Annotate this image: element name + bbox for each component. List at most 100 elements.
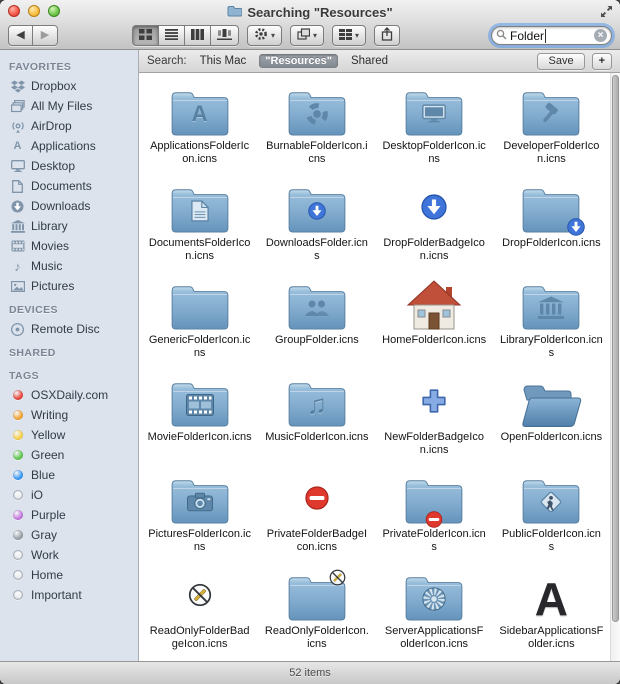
group-menu-button[interactable]: ▾ <box>332 25 367 46</box>
sidebar-item-applications[interactable]: A Applications <box>0 136 138 156</box>
list-view-button[interactable] <box>159 25 185 46</box>
grid-item[interactable]: ReadOnlyFolderBadgeIcon.icns <box>141 564 258 661</box>
sidebar-item-writing[interactable]: Writing <box>0 405 138 425</box>
sidebar-item-gray[interactable]: Gray <box>0 525 138 545</box>
sidebar-item-airdrop[interactable]: AirDrop <box>0 116 138 136</box>
file-name: ReadOnlyFolderIcon.icns <box>264 625 369 650</box>
file-name: SidebarApplicationsFolder.icns <box>499 625 604 650</box>
minimize-button[interactable] <box>28 5 40 17</box>
add-scope-button[interactable]: + <box>591 52 612 70</box>
private-folder-badge-icon <box>286 471 348 525</box>
grid-item[interactable]: DeveloperFolderIcon.icns <box>493 79 610 176</box>
icon-view-button[interactable] <box>132 25 159 46</box>
grid-item[interactable]: PrivateFolderIcon.icns <box>376 467 493 564</box>
grid-item[interactable]: GenericFolderIcon.icns <box>141 273 258 370</box>
sidebar-item-remote-disc[interactable]: Remote Disc <box>0 319 138 339</box>
zoom-button[interactable] <box>48 5 60 17</box>
save-search-button[interactable]: Save <box>537 52 585 70</box>
sidebar-item-pictures[interactable]: Pictures <box>0 276 138 296</box>
grid-item[interactable]: DropFolderBadgeIcon.icns <box>376 176 493 273</box>
desktop-folder-icon <box>403 83 465 137</box>
tag-color-dot <box>12 590 23 600</box>
group-tiles-icon <box>339 28 353 43</box>
grid-item[interactable]: DocumentsFolderIcon.icns <box>141 176 258 273</box>
finder-window: Searching "Resources" ◀ ▶ ▾ ▾ ▾ Folder ×… <box>0 0 620 684</box>
download-overlay-icon <box>567 218 586 236</box>
grid-item[interactable]: A ApplicationsFolderIcon.icns <box>141 79 258 176</box>
sidebar-item-downloads[interactable]: Downloads <box>0 196 138 216</box>
sidebar-item-music[interactable]: ♪ Music <box>0 256 138 276</box>
sidebar-item-movies[interactable]: Movies <box>0 236 138 256</box>
grid-item[interactable]: DropFolderIcon.icns <box>493 176 610 273</box>
sidebar-item-dropbox[interactable]: Dropbox <box>0 76 138 96</box>
sidebar-item-label: Blue <box>31 468 56 482</box>
grid-item[interactable]: NewFolderBadgeIcon.icns <box>376 370 493 467</box>
sidebar-item-desktop[interactable]: Desktop <box>0 156 138 176</box>
file-name: DropFolderBadgeIcon.icns <box>383 237 485 262</box>
movies-icon <box>10 240 25 252</box>
camera-overlay-icon <box>186 493 213 512</box>
scope-shared[interactable]: Shared <box>345 54 394 68</box>
sidebar-item-yellow[interactable]: Yellow <box>0 425 138 445</box>
column-view-button[interactable] <box>185 25 211 46</box>
forward-button[interactable]: ▶ <box>33 25 58 46</box>
grid-item[interactable]: PicturesFolderIcon.icns <box>141 467 258 564</box>
plus-overlay-icon <box>421 388 447 414</box>
scrollbar-thumb[interactable] <box>612 75 619 622</box>
close-button[interactable] <box>8 5 20 17</box>
grid-item[interactable]: PublicFolderIcon.icns <box>493 467 610 564</box>
coverflow-view-button[interactable] <box>211 25 239 46</box>
grid-item[interactable]: PrivateFolderBadgeIcon.icns <box>258 467 375 564</box>
grid-item[interactable]: DesktopFolderIcon.icns <box>376 79 493 176</box>
vertical-scrollbar[interactable] <box>610 73 620 661</box>
forward-icon: ▶ <box>40 29 50 41</box>
window-header: Searching "Resources" ◀ ▶ ▾ ▾ ▾ Folder × <box>0 0 620 50</box>
sidebar-item-all-my-files[interactable]: All My Files <box>0 96 138 116</box>
grid-item[interactable]: ServerApplicationsFolderIcon.icns <box>376 564 493 661</box>
sidebar-item-label: All My Files <box>31 99 93 113</box>
pictures-icon <box>10 280 25 292</box>
scope-this-mac[interactable]: This Mac <box>194 54 253 68</box>
scope-resources[interactable]: "Resources" <box>259 54 338 68</box>
no-entry-overlay-icon <box>305 486 329 510</box>
generic-folder-icon <box>169 277 231 331</box>
resize-grip-icon[interactable] <box>600 5 613 18</box>
sidebar-item-home[interactable]: Home <box>0 565 138 585</box>
grid-item[interactable]: OpenFolderIcon.icns <box>493 370 610 467</box>
grid-item[interactable]: DownloadsFolder.icns <box>258 176 375 273</box>
sidebar-item-important[interactable]: Important <box>0 585 138 605</box>
arrange-menu-button[interactable]: ▾ <box>290 25 325 46</box>
sidebar-item-work[interactable]: Work <box>0 545 138 565</box>
sidebar-item-label: Downloads <box>31 199 91 213</box>
file-name: GroupFolder.icns <box>274 334 359 346</box>
grid-item[interactable]: HomeFolderIcon.icns <box>376 273 493 370</box>
search-input[interactable]: Folder <box>510 29 591 43</box>
sidebar-section-devices: DEVICES <box>9 304 58 316</box>
grid-item[interactable]: A SidebarApplicationsFolder.icns <box>493 564 610 661</box>
file-name: PrivateFolderIcon.icns <box>382 528 486 553</box>
sidebar-item-osxdaily-com[interactable]: OSXDaily.com <box>0 385 138 405</box>
clear-search-icon[interactable]: × <box>594 29 607 42</box>
sidebar-item-purple[interactable]: Purple <box>0 505 138 525</box>
back-button[interactable]: ◀ <box>8 25 33 46</box>
file-name: NewFolderBadgeIcon.icns <box>384 431 484 456</box>
action-menu-button[interactable]: ▾ <box>247 25 283 46</box>
no-entry-overlay-icon <box>425 511 443 528</box>
grid-item[interactable]: ♫ MusicFolderIcon.icns <box>258 370 375 467</box>
sidebar-item-label: Home <box>31 568 64 582</box>
sidebar-item-io[interactable]: iO <box>0 485 138 505</box>
sidebar-item-documents[interactable]: Documents <box>0 176 138 196</box>
sidebar-item-blue[interactable]: Blue <box>0 465 138 485</box>
search-field[interactable]: Folder × <box>491 26 612 45</box>
grid-item[interactable]: GroupFolder.icns <box>258 273 375 370</box>
grid-item[interactable]: MovieFolderIcon.icns <box>141 370 258 467</box>
grid-item[interactable]: ReadOnlyFolderIcon.icns <box>258 564 375 661</box>
grid-item[interactable]: BurnableFolderIcon.icns <box>258 79 375 176</box>
tag-color-dot <box>12 390 23 400</box>
sidebar-item-green[interactable]: Green <box>0 445 138 465</box>
grid-item[interactable]: LibraryFolderIcon.icns <box>493 273 610 370</box>
sidebar-item-library[interactable]: Library <box>0 216 138 236</box>
navigation-buttons: ◀ ▶ <box>8 25 58 46</box>
title-bar[interactable]: Searching "Resources" <box>0 0 620 22</box>
share-button[interactable] <box>374 25 401 46</box>
